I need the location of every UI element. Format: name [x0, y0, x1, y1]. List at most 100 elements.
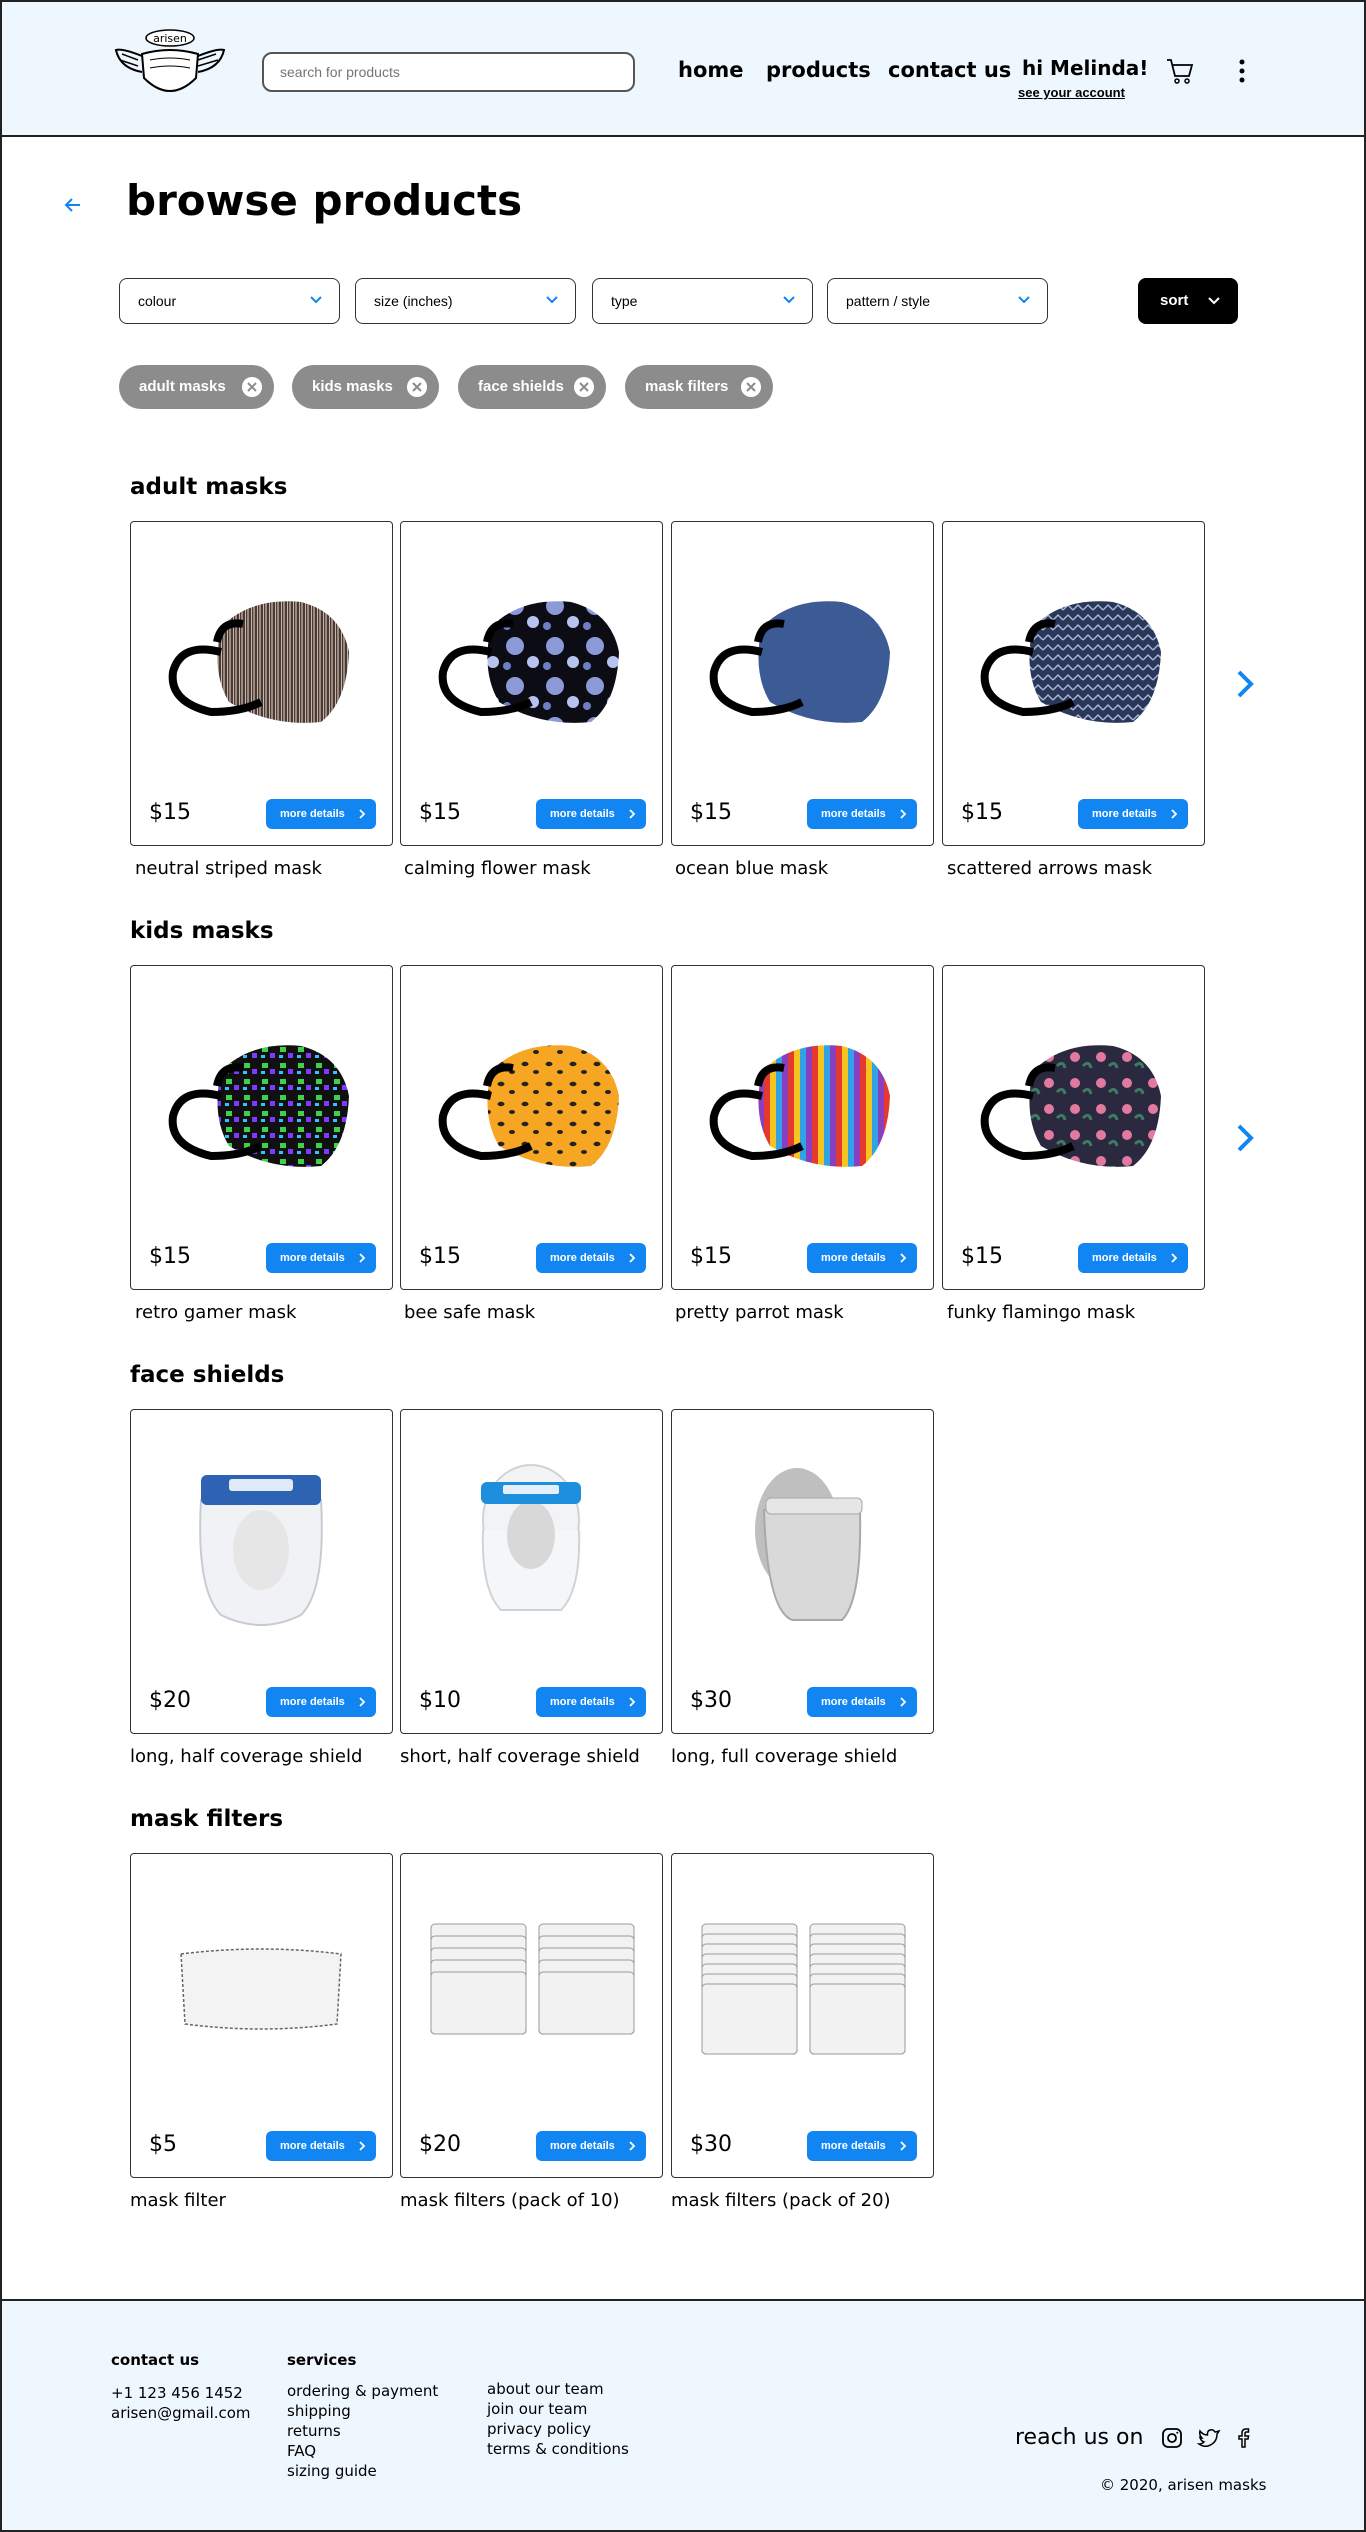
- product-image: [168, 1045, 349, 1167]
- more-details-button[interactable]: more details: [536, 1243, 646, 1273]
- product-card[interactable]: $15 more details: [942, 965, 1205, 1290]
- more-details-button[interactable]: more details: [266, 1687, 376, 1717]
- chevron-down-icon: [546, 296, 558, 304]
- product-price: $5: [149, 2132, 177, 2157]
- more-details-button[interactable]: more details: [266, 799, 376, 829]
- product-name[interactable]: retro gamer mask: [135, 1302, 296, 1323]
- more-details-button[interactable]: more details: [807, 2131, 917, 2161]
- product-card[interactable]: $20 more details: [130, 1409, 393, 1734]
- close-icon[interactable]: [242, 377, 262, 397]
- more-menu-icon[interactable]: [1232, 58, 1252, 84]
- filter-label: type: [611, 293, 638, 309]
- product-card[interactable]: $20 more details: [400, 1853, 663, 2178]
- nav-products[interactable]: products: [766, 58, 871, 82]
- product-image: [755, 1468, 863, 1621]
- button-label: more details: [550, 808, 615, 820]
- product-image: [438, 1045, 619, 1167]
- footer-link-sizing-guide[interactable]: sizing guide: [287, 2461, 377, 2481]
- chip-label: mask filters: [645, 378, 729, 395]
- product-name[interactable]: funky flamingo mask: [947, 1302, 1135, 1323]
- close-icon[interactable]: [407, 377, 427, 397]
- back-arrow-icon[interactable]: [60, 192, 86, 218]
- sort-button[interactable]: sort: [1138, 278, 1238, 324]
- product-name[interactable]: calming flower mask: [404, 858, 591, 879]
- footer-link-shipping[interactable]: shipping: [287, 2401, 351, 2421]
- more-details-button[interactable]: more details: [266, 1243, 376, 1273]
- chevron-right-icon[interactable]: [1234, 668, 1256, 700]
- product-price: $15: [690, 1244, 732, 1269]
- footer-link-terms[interactable]: terms & conditions: [487, 2439, 629, 2459]
- more-details-button[interactable]: more details: [1078, 1243, 1188, 1273]
- chevron-right-icon[interactable]: [1234, 1122, 1256, 1154]
- more-details-button[interactable]: more details: [1078, 799, 1188, 829]
- product-card[interactable]: $5 more details: [130, 1853, 393, 2178]
- chevron-down-icon: [783, 296, 795, 304]
- product-name[interactable]: bee safe mask: [404, 1302, 535, 1323]
- product-name[interactable]: pretty parrot mask: [675, 1302, 844, 1323]
- chevron-right-icon: [1171, 1253, 1178, 1263]
- button-label: more details: [550, 2140, 615, 2152]
- product-name[interactable]: mask filter: [130, 2190, 226, 2211]
- footer-link-about-team[interactable]: about our team: [487, 2379, 604, 2399]
- filter-type[interactable]: type: [592, 278, 813, 324]
- product-card[interactable]: $15 more details: [671, 965, 934, 1290]
- product-image: [980, 1045, 1161, 1167]
- product-name[interactable]: mask filters (pack of 20): [671, 2190, 891, 2211]
- close-icon[interactable]: [741, 377, 761, 397]
- user-greeting: hi Melinda!: [1022, 56, 1149, 80]
- more-details-button[interactable]: more details: [536, 799, 646, 829]
- nav-home[interactable]: home: [678, 58, 744, 82]
- filter-size[interactable]: size (inches): [355, 278, 576, 324]
- logo-icon[interactable]: arisen: [112, 28, 228, 108]
- product-card[interactable]: $15 more details: [400, 521, 663, 846]
- product-name[interactable]: long, full coverage shield: [671, 1746, 897, 1767]
- product-price: $20: [149, 1688, 191, 1713]
- account-link[interactable]: see your account: [1018, 85, 1125, 100]
- filter-pattern-style[interactable]: pattern / style: [827, 278, 1048, 324]
- product-card[interactable]: $15 more details: [130, 521, 393, 846]
- product-card[interactable]: $30 more details: [671, 1409, 934, 1734]
- product-name[interactable]: mask filters (pack of 10): [400, 2190, 620, 2211]
- more-details-button[interactable]: more details: [807, 799, 917, 829]
- button-label: more details: [1092, 808, 1157, 820]
- close-icon[interactable]: [574, 377, 594, 397]
- product-price: $15: [419, 800, 461, 825]
- button-label: more details: [280, 2140, 345, 2152]
- footer-link-faq[interactable]: FAQ: [287, 2441, 316, 2461]
- nav-contact-us[interactable]: contact us: [888, 58, 1011, 82]
- twitter-icon[interactable]: [1197, 2426, 1221, 2450]
- product-card[interactable]: $10 more details: [400, 1409, 663, 1734]
- footer-link-privacy[interactable]: privacy policy: [487, 2419, 591, 2439]
- more-details-button[interactable]: more details: [807, 1687, 917, 1717]
- product-card[interactable]: $15 more details: [400, 965, 663, 1290]
- product-name[interactable]: short, half coverage shield: [400, 1746, 640, 1767]
- product-card[interactable]: $15 more details: [942, 521, 1205, 846]
- button-label: more details: [821, 808, 886, 820]
- product-name[interactable]: ocean blue mask: [675, 858, 828, 879]
- product-name[interactable]: long, half coverage shield: [130, 1746, 362, 1767]
- cart-icon[interactable]: [1166, 58, 1194, 84]
- footer-link-ordering-payment[interactable]: ordering & payment: [287, 2381, 438, 2401]
- footer-email[interactable]: arisen@gmail.com: [111, 2403, 251, 2423]
- product-card[interactable]: $15 more details: [671, 521, 934, 846]
- facebook-icon[interactable]: [1232, 2426, 1256, 2450]
- instagram-icon[interactable]: [1160, 2426, 1184, 2450]
- footer-link-join-team[interactable]: join our team: [487, 2399, 587, 2419]
- more-details-button[interactable]: more details: [536, 1687, 646, 1717]
- product-card[interactable]: $15 more details: [130, 965, 393, 1290]
- more-details-button[interactable]: more details: [536, 2131, 646, 2161]
- search-input[interactable]: [262, 52, 635, 92]
- more-details-button[interactable]: more details: [807, 1243, 917, 1273]
- footer-link-returns[interactable]: returns: [287, 2421, 341, 2441]
- chevron-right-icon: [1171, 809, 1178, 819]
- filter-label: pattern / style: [846, 293, 931, 309]
- chevron-right-icon: [359, 1697, 366, 1707]
- product-name[interactable]: scattered arrows mask: [947, 858, 1152, 879]
- product-card[interactable]: $30 more details: [671, 1853, 934, 2178]
- filter-colour[interactable]: colour: [119, 278, 340, 324]
- button-label: more details: [1092, 1252, 1157, 1264]
- product-name[interactable]: neutral striped mask: [135, 858, 322, 879]
- product-image: [701, 1923, 906, 2055]
- more-details-button[interactable]: more details: [266, 2131, 376, 2161]
- chevron-right-icon: [629, 2141, 636, 2151]
